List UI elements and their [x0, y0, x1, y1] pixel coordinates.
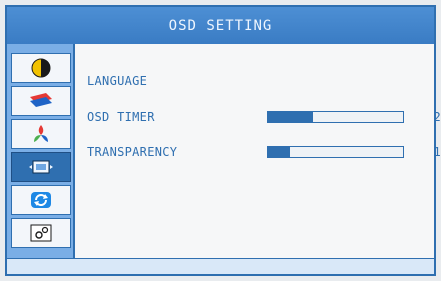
transparency-value: 16 [433, 145, 441, 159]
osd-footer [7, 258, 434, 274]
osd-timer-value: 20 [433, 110, 441, 124]
osd-timer-slider[interactable] [267, 111, 404, 123]
osd-body: LANGUAGE OSD TIMER 20 TRANSPARENCY 16 [7, 44, 441, 262]
transparency-slider-fill [268, 147, 290, 157]
sidebar-item-reset[interactable] [11, 185, 71, 215]
osd-settings-panel: LANGUAGE OSD TIMER 20 TRANSPARENCY 16 [77, 44, 441, 262]
osd-timer-label: OSD TIMER [87, 110, 155, 124]
sidebar-item-brightness-contrast[interactable] [11, 53, 71, 83]
transparency-row[interactable]: TRANSPARENCY 16 [87, 144, 441, 160]
sidebar-item-osd-setting[interactable] [11, 152, 71, 182]
color-icon [24, 122, 58, 146]
input-source-icon [24, 89, 58, 113]
reset-icon [24, 188, 58, 212]
sidebar-item-color[interactable] [11, 119, 71, 149]
sidebar-item-input-source[interactable] [11, 86, 71, 116]
osd-title: OSD SETTING [168, 17, 273, 34]
sidebar-item-other-settings[interactable] [11, 218, 71, 248]
transparency-slider[interactable] [267, 146, 404, 158]
osd-header: OSD SETTING [7, 7, 434, 44]
osd-setting-icon [24, 155, 58, 179]
other-settings-icon [24, 221, 58, 245]
osd-sidebar [7, 44, 75, 262]
osd-timer-slider-fill [268, 112, 313, 122]
transparency-label: TRANSPARENCY [87, 145, 178, 159]
language-row[interactable]: LANGUAGE [87, 73, 257, 89]
language-label: LANGUAGE [87, 74, 148, 88]
osd-timer-row[interactable]: OSD TIMER 20 [87, 109, 441, 125]
brightness-contrast-icon [24, 56, 58, 80]
osd-window: OSD SETTING LANGUAGE OSD TIMER 2 TRANSPA… [5, 5, 441, 276]
